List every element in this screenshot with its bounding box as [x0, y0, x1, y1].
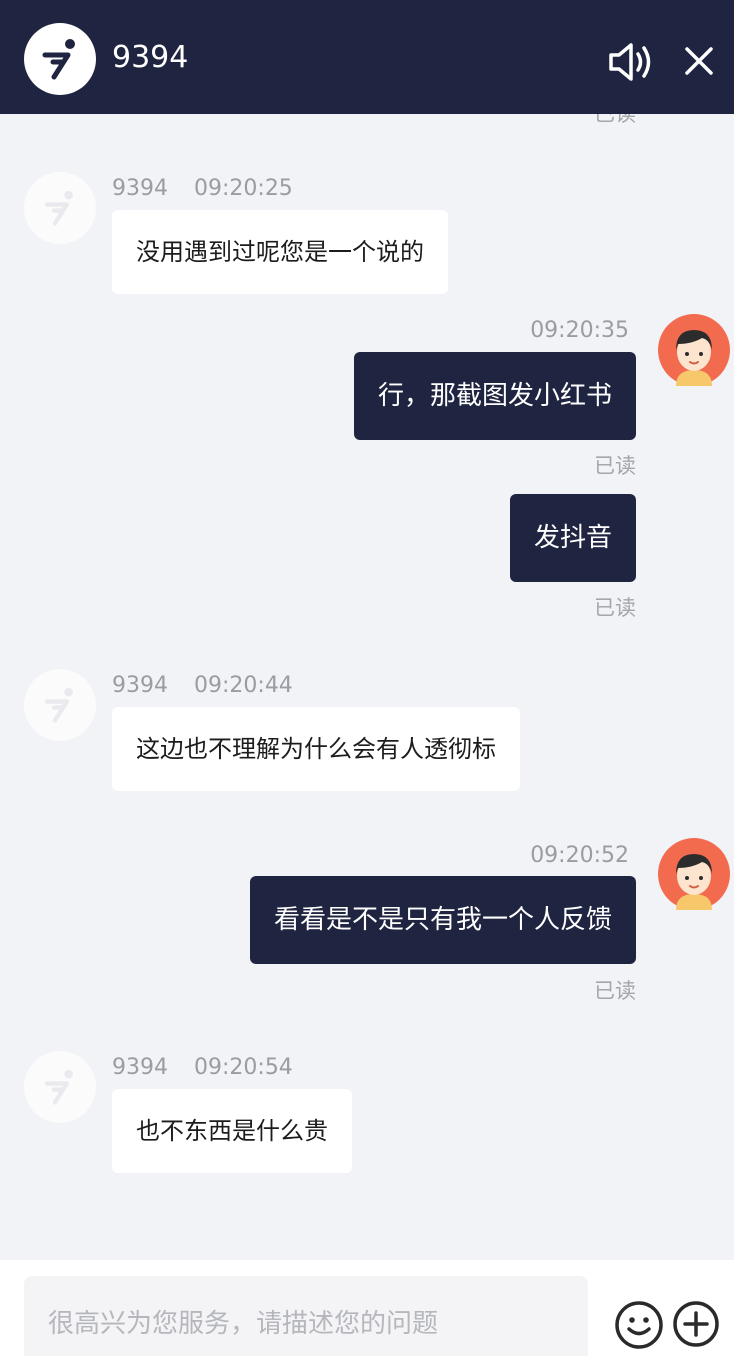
sender-name: 9394 [112, 673, 168, 698]
read-status: 已读 [594, 114, 636, 126]
outgoing-message-bubble: 看看是不是只有我一个人反馈 [249, 876, 636, 964]
close-icon[interactable] [682, 44, 716, 78]
smiley-icon[interactable] [614, 1300, 664, 1350]
speaker-icon[interactable] [606, 40, 656, 84]
message-time: 09:20:44 [194, 673, 293, 698]
agent-avatar [24, 669, 96, 741]
message-time: 09:20:54 [194, 1055, 293, 1080]
composer-bar: 很高兴为您服务，请描述您的问题 [0, 1260, 734, 1356]
chat-header: 9394 [0, 0, 734, 114]
scooter-logo-icon [24, 23, 96, 95]
user-avatar [658, 838, 730, 910]
sender-name: 9394 [112, 176, 168, 201]
message-list[interactable]: 已读 9394 09:20:25 没用遇到过呢您是一个说的 09:20:35 行，… [0, 114, 734, 1260]
user-avatar [658, 314, 730, 386]
message-meta: 9394 09:20:54 [112, 1055, 293, 1081]
message-time: 09:20:52 [530, 843, 629, 868]
message-meta: 9394 09:20:25 [112, 176, 293, 202]
message-meta: 9394 09:20:44 [112, 673, 293, 699]
message-time: 09:20:25 [194, 176, 293, 201]
plus-circle-icon[interactable] [672, 1300, 720, 1348]
message-input[interactable]: 很高兴为您服务，请描述您的问题 [24, 1276, 588, 1356]
outgoing-message-bubble: 发抖音 [509, 494, 636, 582]
incoming-message-bubble: 这边也不理解为什么会有人透彻标 [112, 707, 520, 791]
message-time: 09:20:35 [530, 318, 629, 343]
incoming-message-bubble: 没用遇到过呢您是一个说的 [112, 210, 448, 294]
outgoing-message-bubble: 行，那截图发小红书 [353, 352, 636, 440]
read-status: 已读 [594, 596, 636, 620]
read-status: 已读 [594, 454, 636, 478]
agent-avatar [24, 1051, 96, 1123]
chat-title: 9394 [112, 40, 189, 75]
agent-avatar [24, 172, 96, 244]
read-status: 已读 [594, 979, 636, 1003]
sender-name: 9394 [112, 1055, 168, 1080]
incoming-message-bubble: 也不东西是什么贵 [112, 1089, 352, 1173]
